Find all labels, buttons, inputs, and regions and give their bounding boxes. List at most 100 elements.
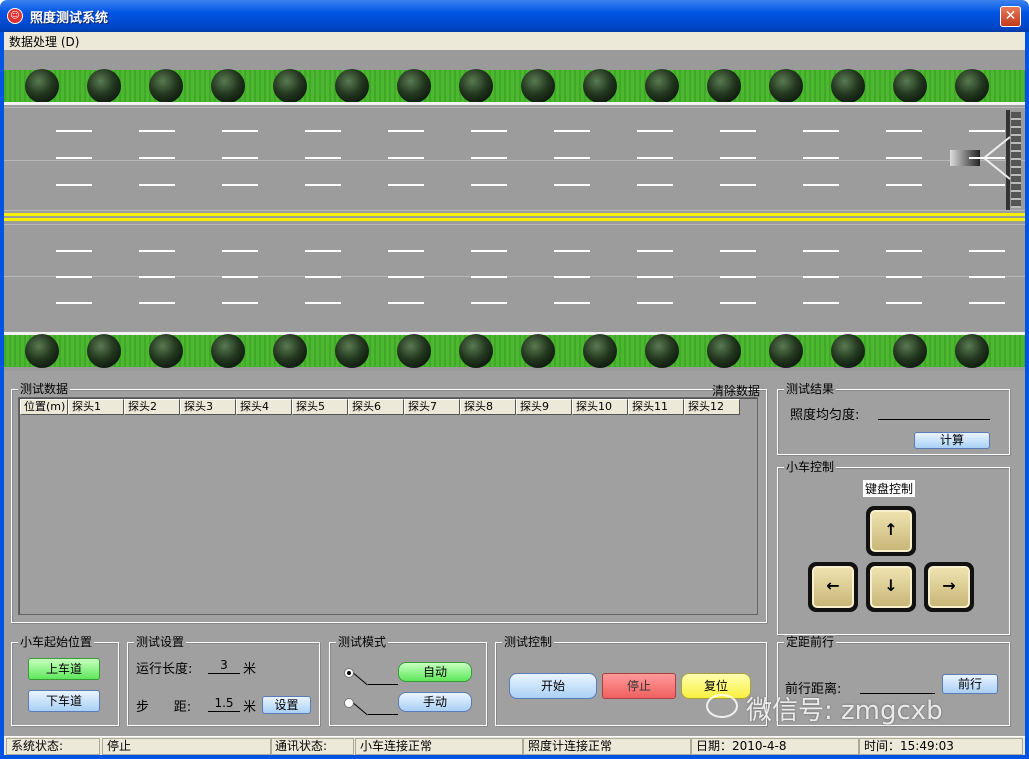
tree-icon	[459, 334, 493, 368]
lane-dash	[471, 302, 507, 304]
run-length-input[interactable]: 3	[208, 658, 240, 674]
tree-icon	[397, 334, 431, 368]
lane-dash	[305, 184, 341, 186]
lane-dash	[554, 184, 590, 186]
lane-dash	[554, 250, 590, 252]
window-title: 照度测试系统	[30, 11, 109, 26]
column-header-probe[interactable]: 探头1	[68, 399, 124, 415]
lane-dash	[637, 276, 673, 278]
status-bar: 系统状态: 停止 通讯状态: 小车连接正常 照度计连接正常 日期：2010-4-…	[4, 736, 1025, 755]
menu-data-processing[interactable]: 数据处理 (D)	[9, 33, 79, 50]
step-input[interactable]: 1.5	[208, 696, 240, 712]
down-lane-button[interactable]: 下车道	[28, 690, 100, 712]
test-result-label: 测试结果	[784, 382, 837, 396]
column-header-probe[interactable]: 探头3	[180, 399, 236, 415]
tree-icon	[521, 69, 555, 103]
close-button[interactable]: ✕	[1000, 6, 1021, 27]
column-header-probe[interactable]: 探头5	[292, 399, 348, 415]
lane-dash	[139, 157, 175, 159]
settings-button[interactable]: 设置	[262, 696, 311, 714]
lane-dash	[637, 130, 673, 132]
tree-icon	[583, 334, 617, 368]
lane-dash	[471, 276, 507, 278]
lane-dash	[969, 157, 1005, 159]
up-lane-button[interactable]: 上车道	[28, 658, 100, 680]
switch-wire	[368, 684, 398, 685]
lane-dash	[554, 302, 590, 304]
forward-button[interactable]: 前行	[942, 674, 998, 694]
start-button[interactable]: 开始	[509, 673, 597, 699]
menu-bar: 数据处理 (D)	[4, 32, 1025, 50]
tree-icon	[87, 334, 121, 368]
date-display: 日期：2010-4-8	[691, 738, 859, 755]
test-mode-group: 测试模式	[329, 635, 487, 726]
test-control-label: 测试控制	[502, 635, 555, 649]
lane-dash	[222, 157, 258, 159]
tree-icon	[955, 334, 989, 368]
lane-dash	[56, 276, 92, 278]
window-frame-right	[1025, 32, 1029, 759]
column-header-probe[interactable]: 探头2	[124, 399, 180, 415]
column-header-position[interactable]: 位置(m)	[20, 399, 68, 415]
lane-dash	[969, 130, 1005, 132]
auto-mode-button[interactable]: 自动	[398, 662, 472, 682]
lane-dash	[720, 302, 756, 304]
tree-icon	[707, 334, 741, 368]
lane-dash	[139, 130, 175, 132]
column-header-probe[interactable]: 探头9	[516, 399, 572, 415]
column-header-probe[interactable]: 探头12	[684, 399, 740, 415]
step-unit: 米	[243, 700, 257, 715]
column-header-probe[interactable]: 探头8	[460, 399, 516, 415]
tree-icon	[583, 69, 617, 103]
manual-mode-button[interactable]: 手动	[398, 692, 472, 712]
tree-icon	[335, 69, 369, 103]
lane-line	[4, 210, 1025, 211]
lane-dash	[471, 130, 507, 132]
app-icon: ☺	[7, 8, 23, 24]
test-mode-label: 测试模式	[336, 635, 389, 649]
data-table[interactable]: 位置(m) 探头1 探头2 探头3 探头4 探头5 探头6 探头7 探头8 探头9 探头10 探头11…	[18, 397, 758, 615]
window-frame-bottom	[0, 755, 1029, 759]
lane-dash	[720, 250, 756, 252]
lane-dash	[886, 276, 922, 278]
up-key-button[interactable]: ↑	[866, 506, 916, 556]
lane-dash	[222, 302, 258, 304]
left-arrow-icon: ←	[812, 566, 854, 608]
road-scene	[4, 50, 1025, 371]
car-comm-status: 小车连接正常	[355, 738, 523, 755]
column-header-probe[interactable]: 探头7	[404, 399, 460, 415]
column-header-probe[interactable]: 探头4	[236, 399, 292, 415]
column-header-probe[interactable]: 探头10	[572, 399, 628, 415]
tree-icon	[211, 69, 245, 103]
fixed-distance-label: 定距前行	[784, 635, 837, 649]
lane-dash	[388, 184, 424, 186]
lane-dash	[803, 302, 839, 304]
tree-icon	[955, 69, 989, 103]
lane-dash	[969, 250, 1005, 252]
calculate-button[interactable]: 计算	[914, 432, 990, 449]
lane-dash	[222, 184, 258, 186]
run-length-unit: 米	[243, 662, 257, 677]
lane-dash	[637, 157, 673, 159]
lane-dash	[139, 276, 175, 278]
right-key-button[interactable]: →	[924, 562, 974, 612]
stop-button[interactable]: 停止	[602, 673, 676, 699]
lane-dash	[803, 250, 839, 252]
lane-dash	[56, 157, 92, 159]
lane-dash	[969, 276, 1005, 278]
table-header: 位置(m) 探头1 探头2 探头3 探头4 探头5 探头6 探头7 探头8 探头9 探头10 探头11…	[20, 399, 740, 415]
lane-dash	[803, 276, 839, 278]
tree-icon	[335, 334, 369, 368]
column-header-probe[interactable]: 探头11	[628, 399, 684, 415]
lane-dash	[388, 157, 424, 159]
tree-icon	[831, 334, 865, 368]
column-header-probe[interactable]: 探头6	[348, 399, 404, 415]
down-key-button[interactable]: ↓	[866, 562, 916, 612]
left-key-button[interactable]: ←	[808, 562, 858, 612]
tree-icon	[893, 69, 927, 103]
lane-dash	[803, 130, 839, 132]
lane-dash	[305, 157, 341, 159]
lane-dash	[886, 184, 922, 186]
tree-icon	[645, 334, 679, 368]
lane-dash	[305, 276, 341, 278]
